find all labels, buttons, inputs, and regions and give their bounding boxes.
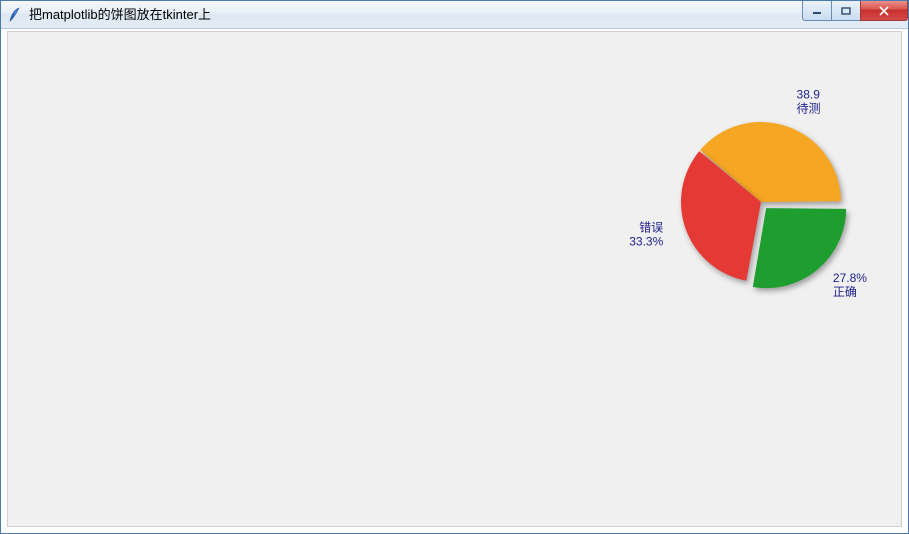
window-title: 把matplotlib的饼图放在tkinter上 [29, 1, 211, 29]
pie-pct-text: 38.9 [797, 87, 821, 101]
window-controls [803, 1, 908, 21]
minimize-button[interactable] [802, 1, 832, 21]
tk-feather-icon [7, 7, 23, 23]
pie-name-text: 待测 [797, 101, 821, 115]
pie-name-text: 错误 [639, 221, 663, 235]
close-button[interactable] [860, 1, 908, 21]
pie-pct-text: 27.8% [833, 271, 867, 285]
pie-label-待测: 38.9待测 [797, 87, 821, 115]
pie-chart: 38.9待测错误33.3% 27.8%正确 [631, 72, 891, 332]
window-frame: 把matplotlib的饼图放在tkinter上 38.9待测错误33.3% 27… [0, 0, 909, 534]
titlebar: 把matplotlib的饼图放在tkinter上 [1, 1, 908, 29]
pie-name-text: 33.3% [629, 235, 663, 249]
pie-label-正确: 27.8%正确 [833, 271, 867, 299]
pie-label-错误: 错误33.3% [629, 221, 663, 249]
canvas-area: 38.9待测错误33.3% 27.8%正确 [7, 31, 902, 527]
pie-name-text: 正确 [833, 285, 857, 299]
maximize-button[interactable] [831, 1, 861, 21]
